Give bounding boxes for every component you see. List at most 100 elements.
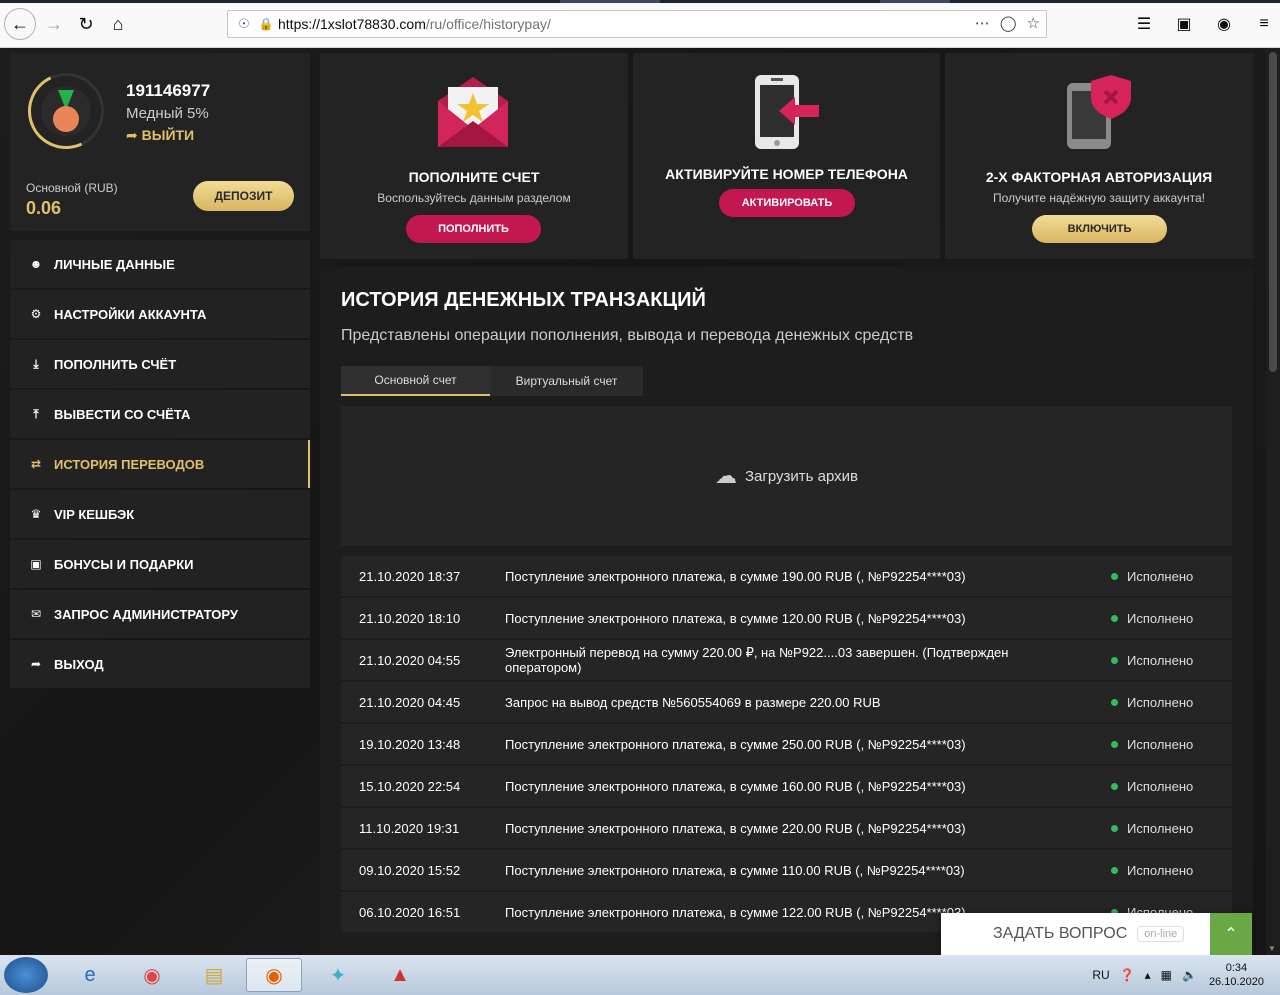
row-date: 21.10.2020 04:55 [359, 652, 461, 668]
user-id: 191146977 [126, 81, 211, 100]
lock-icon[interactable]: 🔒 [256, 17, 276, 31]
table-row: 11.10.2020 19:31 Поступление электронного… [341, 808, 1232, 848]
download-archive-label: Загрузить архив [744, 467, 859, 485]
scrollbar-thumb[interactable] [1269, 52, 1277, 372]
page-title: ИСТОРИЯ ДЕНЕЖНЫХ ТРАНЗАКЦИЙ [341, 289, 706, 311]
deposit-card-subtitle: Воспользуйтесь данным разделом [377, 191, 571, 205]
online-status-badge: on-line [1137, 926, 1185, 942]
status-dot-icon [1111, 824, 1118, 832]
home-button[interactable]: ⌂ [102, 8, 134, 40]
phone-card-button[interactable]: АКТИВИРОВАТЬ [719, 189, 855, 217]
table-row: 15.10.2020 22:54 Поступление электронного… [341, 766, 1232, 806]
account-icon[interactable]: ◉ [1208, 8, 1240, 40]
sidebar-item-vip-cashback[interactable]: ♛ VIP КЕШБЭК [10, 490, 310, 538]
balance-label: Основной (RUB) [26, 181, 118, 195]
tab-strip [0, 0, 1280, 3]
bookmark-star-icon[interactable]: ☆ [1027, 14, 1040, 32]
row-status: Исполнено [1085, 653, 1193, 668]
pocket-icon[interactable]: ◯ [1000, 14, 1017, 32]
upload-icon: ⤒ [33, 406, 39, 421]
row-description: Электронный перевод на сумму 220.00 ₽, н… [505, 645, 1009, 675]
deposit-button[interactable]: ДЕПОЗИТ [193, 181, 294, 211]
cloud-download-icon: ☁ [714, 463, 737, 488]
transactions-table: 21.10.2020 18:37 Поступление электронного… [341, 556, 1232, 934]
forward-button[interactable]: → [38, 8, 70, 40]
row-status: Исполнено [1085, 695, 1193, 710]
language-indicator[interactable]: RU [1092, 968, 1109, 982]
tab-virtual-account[interactable]: Виртуальный счет [490, 366, 643, 396]
volume-icon[interactable]: 🔈 [1182, 968, 1197, 982]
status-dot-icon [1111, 782, 1118, 790]
clock[interactable]: 0:34 26.10.2020 [1209, 961, 1264, 989]
system-tray: RU ❓ ▴ ▦ 🔈 0:34 26.10.2020 [1092, 955, 1280, 995]
status-dot-icon [1111, 866, 1118, 874]
ask-question-label[interactable]: ЗАДАТЬ ВОПРОС [993, 925, 1127, 943]
deposit-card-button[interactable]: ПОПОЛНИТЬ [406, 215, 541, 243]
user-plus-icon: ☻ [29, 257, 43, 271]
row-date: 21.10.2020 04:45 [359, 694, 461, 710]
chrome-icon[interactable]: ◉ [124, 958, 180, 992]
row-description: Поступление электронного платежа, в сумм… [505, 736, 966, 752]
chevron-up-icon[interactable]: ⌃ [1210, 913, 1252, 955]
table-row: 19.10.2020 13:48 Поступление электронного… [341, 724, 1232, 764]
history-panel: ИСТОРИЯ ДЕНЕЖНЫХ ТРАНЗАКЦИЙ Представлены… [320, 267, 1253, 955]
sidebar-item-withdraw[interactable]: ⤒ ВЫВЕСТИ СО СЧЁТА [10, 390, 310, 438]
url-bar[interactable]: ☉ 🔒 https://1xslot78830.com/ru/office/hi… [227, 10, 1047, 38]
row-description: Поступление электронного платежа, в сумм… [505, 820, 966, 836]
sidebar-item-history[interactable]: ⇄ ИСТОРИЯ ПЕРЕВОДОВ [10, 440, 310, 488]
start-button[interactable] [4, 957, 48, 993]
menu-icon[interactable]: ≡ [1248, 8, 1280, 40]
scroll-down-icon[interactable]: ▼ [1268, 944, 1276, 953]
download-icon: ⤓ [33, 356, 39, 371]
twofa-promo-card: 2-Х ФАКТОРНАЯ АВТОРИЗАЦИЯ Получите надёж… [945, 53, 1253, 259]
library-icon[interactable]: ☰ [1128, 8, 1160, 40]
firefox-icon[interactable]: ◉ [246, 958, 302, 992]
reload-button[interactable]: ↻ [70, 8, 102, 40]
table-row: 21.10.2020 04:45 Запрос на вывод средств … [341, 682, 1232, 722]
row-status: Исполнено [1085, 779, 1193, 794]
page-scrollbar[interactable]: ▼ [1266, 48, 1280, 955]
transfer-icon: ⇄ [30, 457, 42, 471]
twofa-card-button[interactable]: ВКЛЮЧИТЬ [1032, 215, 1167, 243]
sidebar-item-admin-request[interactable]: ✉ ЗАПРОС АДМИНИСТРАТОРУ [10, 590, 310, 638]
sidebar-item-exit[interactable]: ➦ ВЫХОД [10, 640, 310, 688]
row-date: 11.10.2020 19:31 [359, 820, 460, 836]
sidebar-item-deposit[interactable]: ⤓ ПОПОЛНИТЬ СЧЁТ [10, 340, 310, 388]
folder-icon[interactable]: ▤ [186, 958, 242, 992]
url-text[interactable]: https://1xslot78830.com/ru/office/histor… [278, 16, 551, 32]
ie-icon[interactable]: e [62, 958, 118, 992]
help-icon[interactable]: ❓ [1120, 968, 1135, 982]
bird-app-icon[interactable]: ✦ [310, 958, 366, 992]
network-icon[interactable]: ▦ [1161, 968, 1172, 982]
chat-widget[interactable]: ЗАДАТЬ ВОПРОС on-line ⌃ [941, 913, 1252, 955]
tracking-shield-icon[interactable]: ☉ [232, 16, 256, 32]
row-date: 06.10.2020 16:51 [359, 904, 461, 920]
exit-icon: ➦ [30, 657, 42, 671]
table-row: 21.10.2020 18:10 Поступление электронного… [341, 598, 1232, 638]
tab-main-account[interactable]: Основной счет [341, 366, 490, 396]
twofa-card-title: 2-Х ФАКТОРНАЯ АВТОРИЗАЦИЯ [985, 169, 1213, 185]
profile-panel: 191146977 Медный 5% ➦ ВЫЙТИ Основной (RU… [10, 53, 310, 231]
tray-arrow-icon[interactable]: ▴ [1145, 968, 1151, 982]
gift-icon: ▣ [30, 557, 42, 571]
download-archive-button[interactable]: ☁ Загрузить архив [341, 406, 1232, 546]
account-tabs: Основной счет Виртуальный счет [341, 366, 643, 396]
sidebar-icon[interactable]: ▣ [1168, 8, 1200, 40]
page-actions-icon[interactable]: ⋯ [975, 14, 990, 32]
sidebar-item-bonuses[interactable]: ▣ БОНУСЫ И ПОДАРКИ [10, 540, 310, 588]
sidebar-item-settings[interactable]: ⚙ НАСТРОЙКИ АККАУНТА [10, 290, 310, 338]
app-icon[interactable]: ▲ [372, 958, 428, 992]
back-button[interactable]: ← [4, 8, 36, 40]
row-date: 21.10.2020 18:10 [359, 610, 461, 626]
envelope-star-icon [438, 77, 508, 147]
logout-link[interactable]: ➦ ВЫЙТИ [126, 127, 194, 144]
logout-icon: ➦ [126, 127, 142, 143]
sidebar-item-personal[interactable]: ☻ ЛИЧНЫЕ ДАННЫЕ [10, 240, 310, 288]
status-dot-icon [1111, 572, 1118, 580]
browser-toolbar: ← → ↻ ⌂ ☉ 🔒 https://1xslot78830.com/ru/o… [0, 0, 1280, 48]
twofa-card-subtitle: Получите надёжную защиту аккаунта! [992, 191, 1205, 205]
row-status: Исполнено [1085, 821, 1193, 836]
row-status: Исполнено [1085, 611, 1193, 626]
status-dot-icon [1111, 656, 1118, 664]
row-date: 15.10.2020 22:54 [359, 778, 461, 794]
